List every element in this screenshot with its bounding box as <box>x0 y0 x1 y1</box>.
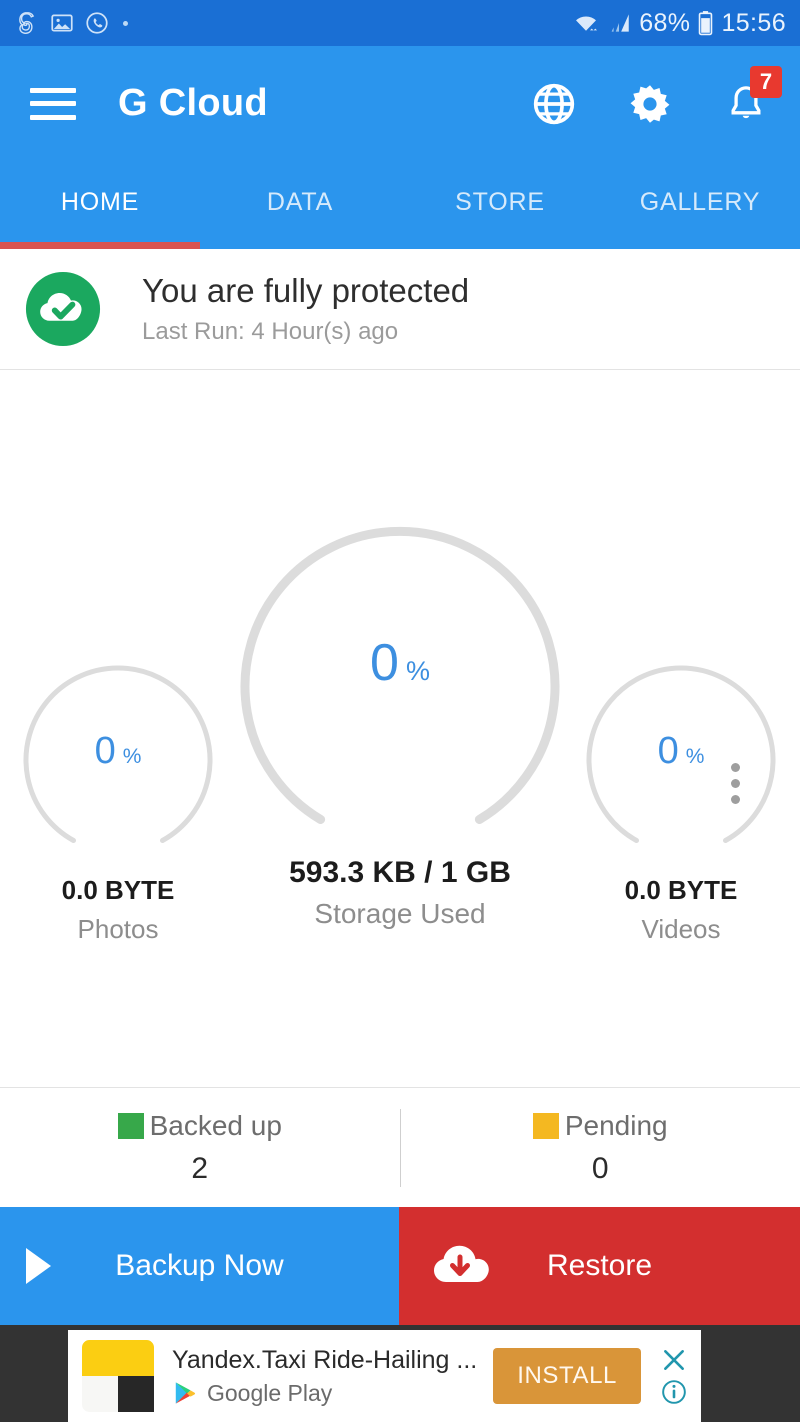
gauge-videos[interactable]: 0 % <box>581 665 781 856</box>
restore-label: Restore <box>546 1249 653 1282</box>
gauge-photos-symbol: % <box>122 745 142 768</box>
storage-gauges-section: 0 % 593.3 KB / 1 GB Storage Used 0 % 0.0… <box>0 371 800 1087</box>
cloud-download-icon <box>431 1242 489 1290</box>
gauge-videos-symbol: % <box>685 745 705 768</box>
ad-container: Yandex.Taxi Ride-Hailing ... Google Play… <box>0 1325 800 1422</box>
gauge-videos-percent: 0 % <box>581 730 781 773</box>
yandex-taxi-icon <box>82 1340 154 1412</box>
battery-icon <box>699 11 713 36</box>
app-screen: 68% 15:56 G Cloud 7 HOME DATA STORE GALL… <box>0 0 800 1422</box>
green-square-icon <box>117 1112 144 1139</box>
ad-title: Yandex.Taxi Ride-Hailing ... <box>172 1345 478 1374</box>
legend-pending-count: 0 <box>591 1151 609 1185</box>
viber-call-icon <box>86 12 108 34</box>
cellular-signal-icon <box>611 14 629 32</box>
play-triangle-icon <box>22 1245 56 1287</box>
ad-banner[interactable]: Yandex.Taxi Ride-Hailing ... Google Play… <box>68 1330 701 1422</box>
status-notification-icons <box>14 10 128 36</box>
tab-store-label: STORE <box>455 187 545 216</box>
legend-pending: Pending 0 <box>401 1110 800 1186</box>
battery-percent-label: 68% <box>639 8 691 37</box>
system-status-bar: 68% 15:56 <box>0 0 800 46</box>
google-play-icon <box>175 1382 196 1404</box>
notification-badge: 7 <box>750 65 782 98</box>
tab-gallery[interactable]: GALLERY <box>600 161 800 249</box>
app-bar-actions: 7 <box>532 65 782 126</box>
gear-icon[interactable] <box>628 82 672 126</box>
ad-store-name: Google Play <box>207 1379 333 1406</box>
ad-store: Google Play <box>172 1380 477 1407</box>
tab-data[interactable]: DATA <box>200 161 400 249</box>
gauge-videos-value: 0 <box>657 730 679 772</box>
cloud-check-shield-icon <box>25 271 101 347</box>
protection-status-texts: You are fully protected Last Run: 4 Hour… <box>142 272 469 346</box>
gauge-photos-value: 0 <box>94 730 116 772</box>
gauge-storage-used[interactable]: 0 % <box>230 526 570 847</box>
legend-backed-up-head: Backed up <box>117 1109 282 1142</box>
tab-home[interactable]: HOME <box>0 161 200 249</box>
videos-amount: 0.0 BYTE <box>624 875 738 905</box>
legend-pending-head: Pending <box>532 1109 668 1142</box>
photos-name: Photos <box>77 914 159 944</box>
status-extra-dot <box>123 20 128 26</box>
ad-info-circle-icon[interactable] <box>661 1379 687 1405</box>
gauge-photos[interactable]: 0 % <box>18 665 218 856</box>
app-title: G Cloud <box>118 82 268 124</box>
tab-gallery-label: GALLERY <box>639 187 761 216</box>
gauge-storage-used-percent: 0 % <box>230 633 570 693</box>
hamburger-menu-icon[interactable] <box>30 87 76 120</box>
protection-last-run: Last Run: 4 Hour(s) ago <box>142 317 399 345</box>
gauge-photos-label: 0.0 BYTE Photos <box>8 875 228 945</box>
gauge-videos-label: 0.0 BYTE Videos <box>571 875 791 945</box>
globe-icon[interactable] <box>532 82 576 126</box>
videos-name: Videos <box>641 914 721 944</box>
ad-texts: Yandex.Taxi Ride-Hailing ... Google Play <box>172 1346 477 1407</box>
backup-summary-legend: Backed up 2 Pending 0 <box>0 1087 800 1207</box>
app-bar: G Cloud 7 <box>0 46 800 161</box>
tab-store[interactable]: STORE <box>400 161 600 249</box>
protection-status-banner[interactable]: You are fully protected Last Run: 4 Hour… <box>0 249 800 370</box>
ad-side-controls <box>651 1347 697 1405</box>
storage-used-amount: 593.3 KB / 1 GB <box>289 856 511 889</box>
clock-label: 15:56 <box>721 8 786 37</box>
photos-amount: 0.0 BYTE <box>61 875 175 905</box>
tab-active-indicator <box>0 242 200 249</box>
gauge-storage-used-label: 593.3 KB / 1 GB Storage Used <box>230 856 570 930</box>
primary-actions: Backup Now Restore <box>0 1207 800 1325</box>
backup-now-label: Backup Now <box>115 1249 284 1282</box>
gauge-storage-used-value: 0 <box>370 634 399 692</box>
tab-bar: HOME DATA STORE GALLERY <box>0 161 800 249</box>
legend-pending-label: Pending <box>564 1109 668 1141</box>
storage-used-name: Storage Used <box>314 898 486 929</box>
tab-data-label: DATA <box>266 187 334 216</box>
legend-backed-up-count: 2 <box>191 1151 209 1185</box>
legend-backed-up: Backed up 2 <box>0 1110 400 1186</box>
wifi-icon <box>576 16 598 31</box>
legend-backed-up-label: Backed up <box>149 1109 282 1141</box>
ad-install-button[interactable]: INSTALL <box>493 1348 641 1404</box>
protection-status-title: You are fully protected <box>142 272 470 310</box>
bell-icon[interactable]: 7 <box>724 65 782 126</box>
ad-dismiss-x-icon[interactable] <box>661 1347 687 1373</box>
threads-icon <box>19 12 35 34</box>
gauge-storage-used-symbol: % <box>405 656 430 686</box>
restore-button[interactable]: Restore <box>399 1207 800 1325</box>
status-system-indicators: 68% 15:56 <box>573 9 786 38</box>
tab-home-label: HOME <box>60 187 140 216</box>
gauge-photos-percent: 0 % <box>18 730 218 773</box>
amber-square-icon <box>532 1112 559 1139</box>
backup-now-button[interactable]: Backup Now <box>0 1207 399 1325</box>
photo-icon <box>51 14 73 32</box>
